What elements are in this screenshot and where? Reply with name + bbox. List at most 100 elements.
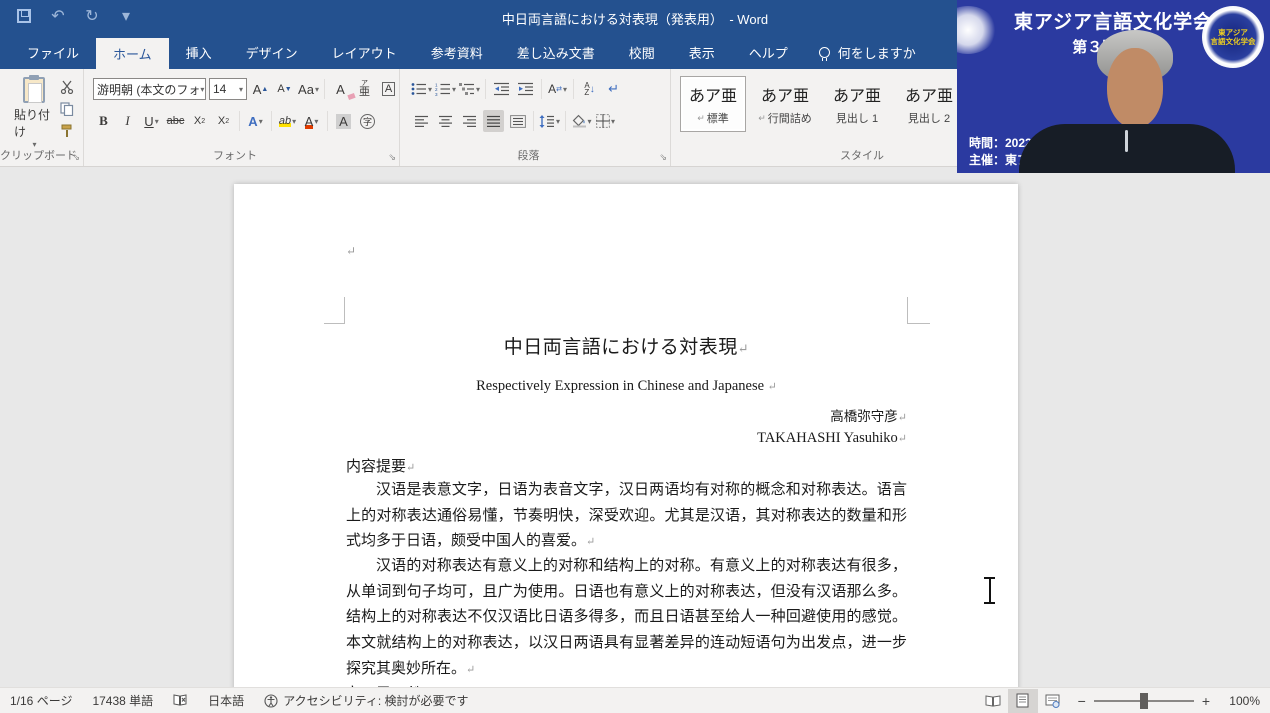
font-name-combo[interactable]: 游明朝 (本文のフォ ▾	[93, 78, 206, 100]
tab-review[interactable]: 校閲	[612, 36, 672, 69]
font-color-button[interactable]: A ▾	[301, 110, 322, 132]
document-page[interactable]: ↵ 中日両言語における対表現↵ Respectively Expression …	[234, 184, 1018, 687]
zoom-out-button[interactable]: −	[1078, 693, 1086, 709]
paragraph-mark: ↵	[767, 381, 777, 393]
zoom-percentage[interactable]: 100%	[1218, 694, 1260, 708]
distribute-button[interactable]	[507, 110, 528, 132]
underline-button[interactable]: U ▾	[141, 110, 162, 132]
borders-button[interactable]: ▾	[595, 110, 616, 132]
asian-layout-button[interactable]: A ⇄ ▾	[547, 78, 568, 100]
paste-button[interactable]: 貼り付け ▾	[14, 75, 54, 149]
paragraph-dialog-launcher[interactable]: ⇘	[659, 152, 667, 163]
shrink-font-button[interactable]: A ▼	[274, 78, 295, 100]
font-size-value: 14	[213, 82, 227, 96]
numbering-button[interactable]: 123 ▾	[435, 78, 456, 100]
change-case-icon: Aa	[298, 81, 314, 97]
document-paragraph-2: 汉语的对称表达有意义上的对称和结构上的对称。有意义上的对称表达有很多，从单词到句…	[346, 558, 907, 677]
paragraph-mark: ↵	[586, 536, 596, 549]
tell-me-label: 何をしますか	[837, 46, 916, 61]
style-normal[interactable]: あア亜 ↵ 標準	[680, 76, 746, 132]
zoom-slider[interactable]	[1093, 692, 1194, 709]
zoom-in-button[interactable]: +	[1202, 693, 1210, 709]
document-title: 中日両言語における対表現↵	[503, 337, 750, 358]
tab-layout[interactable]: レイアウト	[315, 36, 414, 69]
web-layout-button[interactable]	[1038, 689, 1068, 713]
tab-insert[interactable]: 挿入	[169, 36, 229, 69]
font-size-combo[interactable]: 14 ▾	[209, 78, 247, 100]
zoom-controls: − + 100%	[1068, 692, 1270, 709]
style-heading1[interactable]: あア亜 見出し 1	[824, 76, 890, 132]
style-heading2[interactable]: あア亜 見出し 2	[896, 76, 962, 132]
speaker-face	[1107, 48, 1163, 128]
sort-button[interactable]: A Z ↓	[579, 78, 600, 100]
copy-button[interactable]	[58, 101, 76, 117]
style-name: 見出し 2	[907, 113, 951, 125]
page-indicator[interactable]: 1/16 ページ	[0, 692, 82, 709]
strikethrough-button[interactable]: abc	[165, 110, 186, 132]
clipboard-dialog-launcher[interactable]: ⇘	[72, 152, 80, 163]
print-layout-button[interactable]	[1007, 688, 1038, 713]
numbered-list-icon: 123	[435, 83, 451, 96]
tab-help[interactable]: ヘルプ	[732, 36, 805, 69]
save-button[interactable]	[14, 6, 34, 26]
accessibility-text: アクセシビリティ: 検討が必要です	[283, 694, 469, 708]
bold-button[interactable]: B	[93, 110, 114, 132]
style-name: 行間詰め	[767, 113, 812, 125]
zoom-slider-thumb[interactable]	[1139, 692, 1148, 709]
accessibility-status[interactable]: アクセシビリティ: 検討が必要です	[254, 692, 478, 709]
superscript-button[interactable]: X2	[213, 110, 234, 132]
bullet-list-icon	[411, 83, 426, 95]
proofing-status[interactable]	[163, 694, 198, 707]
align-left-button[interactable]	[411, 110, 432, 132]
word-count[interactable]: 17438 単語	[82, 692, 163, 709]
redo-button[interactable]: ↻	[82, 6, 102, 26]
tab-home[interactable]: ホーム	[96, 38, 169, 69]
increase-indent-button[interactable]	[515, 78, 536, 100]
font-dialog-launcher[interactable]: ⇘	[388, 152, 396, 163]
multilevel-list-button[interactable]: ▾	[459, 78, 480, 100]
qat-customize-button[interactable]: ▾	[116, 6, 136, 26]
character-shading-button[interactable]: A	[333, 110, 354, 132]
enclose-characters-button[interactable]: 字	[357, 110, 378, 132]
distribute-icon	[509, 114, 526, 128]
tab-design[interactable]: デザイン	[229, 36, 315, 69]
undo-button[interactable]: ↶	[48, 6, 68, 26]
phonetic-guide-button[interactable]: ア亜	[354, 78, 375, 100]
character-border-button[interactable]: A	[378, 78, 399, 100]
document-author-en: TAKAHASHI Yasuhiko↵	[757, 430, 907, 446]
grow-font-button[interactable]: A ▲	[250, 78, 271, 100]
shading-button[interactable]: ▾	[571, 110, 592, 132]
chevron-down-icon: ▾	[562, 84, 567, 94]
style-sample: あア亜	[832, 88, 881, 105]
style-no-spacing[interactable]: あア亜 ↵ 行間詰め	[752, 76, 818, 132]
chevron-down-icon: ▾	[556, 116, 561, 126]
subscript-button[interactable]: X2	[189, 110, 210, 132]
tab-references[interactable]: 参考資料	[414, 36, 500, 69]
document-paragraph-1: 汉语是表意文字，日语为表音文字，汉日两语均有对称的概念和对称表达。语言上的对称表…	[346, 482, 907, 550]
chevron-down-icon: ▾	[314, 116, 319, 126]
italic-button[interactable]: I	[117, 110, 138, 132]
format-painter-button[interactable]	[58, 123, 76, 139]
change-case-button[interactable]: Aa ▾	[298, 78, 319, 100]
read-mode-button[interactable]	[978, 689, 1008, 713]
align-center-button[interactable]	[435, 110, 456, 132]
tell-me-search[interactable]: 何をしますか	[805, 36, 916, 69]
cut-button[interactable]	[58, 79, 76, 95]
highlight-button[interactable]: ab ▾	[277, 110, 298, 132]
text-effects-button[interactable]: A ▾	[245, 110, 266, 132]
decrease-indent-button[interactable]	[491, 78, 512, 100]
align-right-button[interactable]	[459, 110, 480, 132]
language-indicator[interactable]: 日本語	[198, 692, 254, 709]
bullets-button[interactable]: ▾	[411, 78, 432, 100]
chevron-down-icon: ▾	[587, 116, 592, 126]
document-canvas[interactable]: ↵ 中日両言語における対表現↵ Respectively Expression …	[0, 167, 1270, 687]
chevron-down-icon: ▾	[292, 116, 297, 126]
tab-view[interactable]: 表示	[672, 36, 732, 69]
clear-formatting-button[interactable]: A	[330, 78, 356, 101]
line-spacing-button[interactable]: ▾	[539, 110, 560, 132]
show-formatting-marks-button[interactable]: ↵	[603, 78, 624, 100]
format-painter-icon	[61, 124, 72, 137]
tab-file[interactable]: ファイル	[10, 36, 96, 69]
justify-button[interactable]	[483, 110, 504, 132]
tab-mailings[interactable]: 差し込み文書	[500, 36, 612, 69]
